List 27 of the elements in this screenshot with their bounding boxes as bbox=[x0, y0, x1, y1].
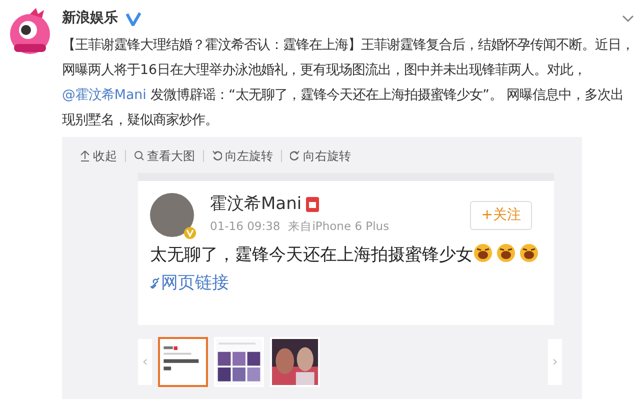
account-name: 新浪娱乐 bbox=[62, 8, 118, 28]
member-icon bbox=[306, 196, 319, 212]
follow-button[interactable]: +关注 bbox=[470, 200, 532, 230]
toolbar-button[interactable]: 向左旋转 bbox=[204, 147, 281, 165]
emoji-icon bbox=[473, 243, 493, 263]
post-message: 太无聊了，霆锋今天还在上海拍摄蜜锋少女 bbox=[150, 245, 473, 265]
link-icon bbox=[150, 277, 161, 290]
upload-icon bbox=[80, 150, 90, 162]
toolbar-button[interactable]: 查看大图 bbox=[126, 147, 203, 165]
user-name: 霍汶希Mani bbox=[210, 194, 302, 214]
thumbnail[interactable] bbox=[270, 337, 320, 387]
post-text: 【王菲谢霆锋大理结婚？霍汶希否认：霆锋在上海】王菲谢霆锋复合后，结婚怀孕传闻不断。近日，网曝两人将于16日在大理举办泳池婚礼，更有现场图流出，图中并未出现锋菲两人。对此， @霍汶希Mani 发微博辟谣：“太无聊了，霆锋今天还在上海拍摄蜜锋少女”。 网曝信息中，多次出现别墅名，疑似商家炒作。 bbox=[62, 36, 634, 130]
rotate-left-icon bbox=[212, 150, 222, 162]
post-source: 来自iPhone 6 Plus bbox=[288, 218, 390, 236]
chevron-down-icon[interactable] bbox=[622, 14, 634, 22]
toolbar-button[interactable]: 向右旋转 bbox=[282, 147, 359, 165]
toolbar-button[interactable]: 收起 bbox=[72, 147, 125, 165]
verified-icon bbox=[184, 227, 196, 239]
mention-link[interactable]: @霍汶希Mani bbox=[62, 88, 146, 103]
thumbnail[interactable] bbox=[158, 337, 208, 387]
thumbnail[interactable] bbox=[214, 337, 264, 387]
search-icon bbox=[134, 150, 144, 162]
emoji-icon bbox=[496, 243, 516, 263]
web-link[interactable]: 网页链接 bbox=[161, 273, 229, 293]
rotate-right-icon bbox=[290, 150, 300, 162]
emoji-icon bbox=[519, 243, 539, 263]
post-time: 01-16 09:38 bbox=[210, 218, 280, 236]
